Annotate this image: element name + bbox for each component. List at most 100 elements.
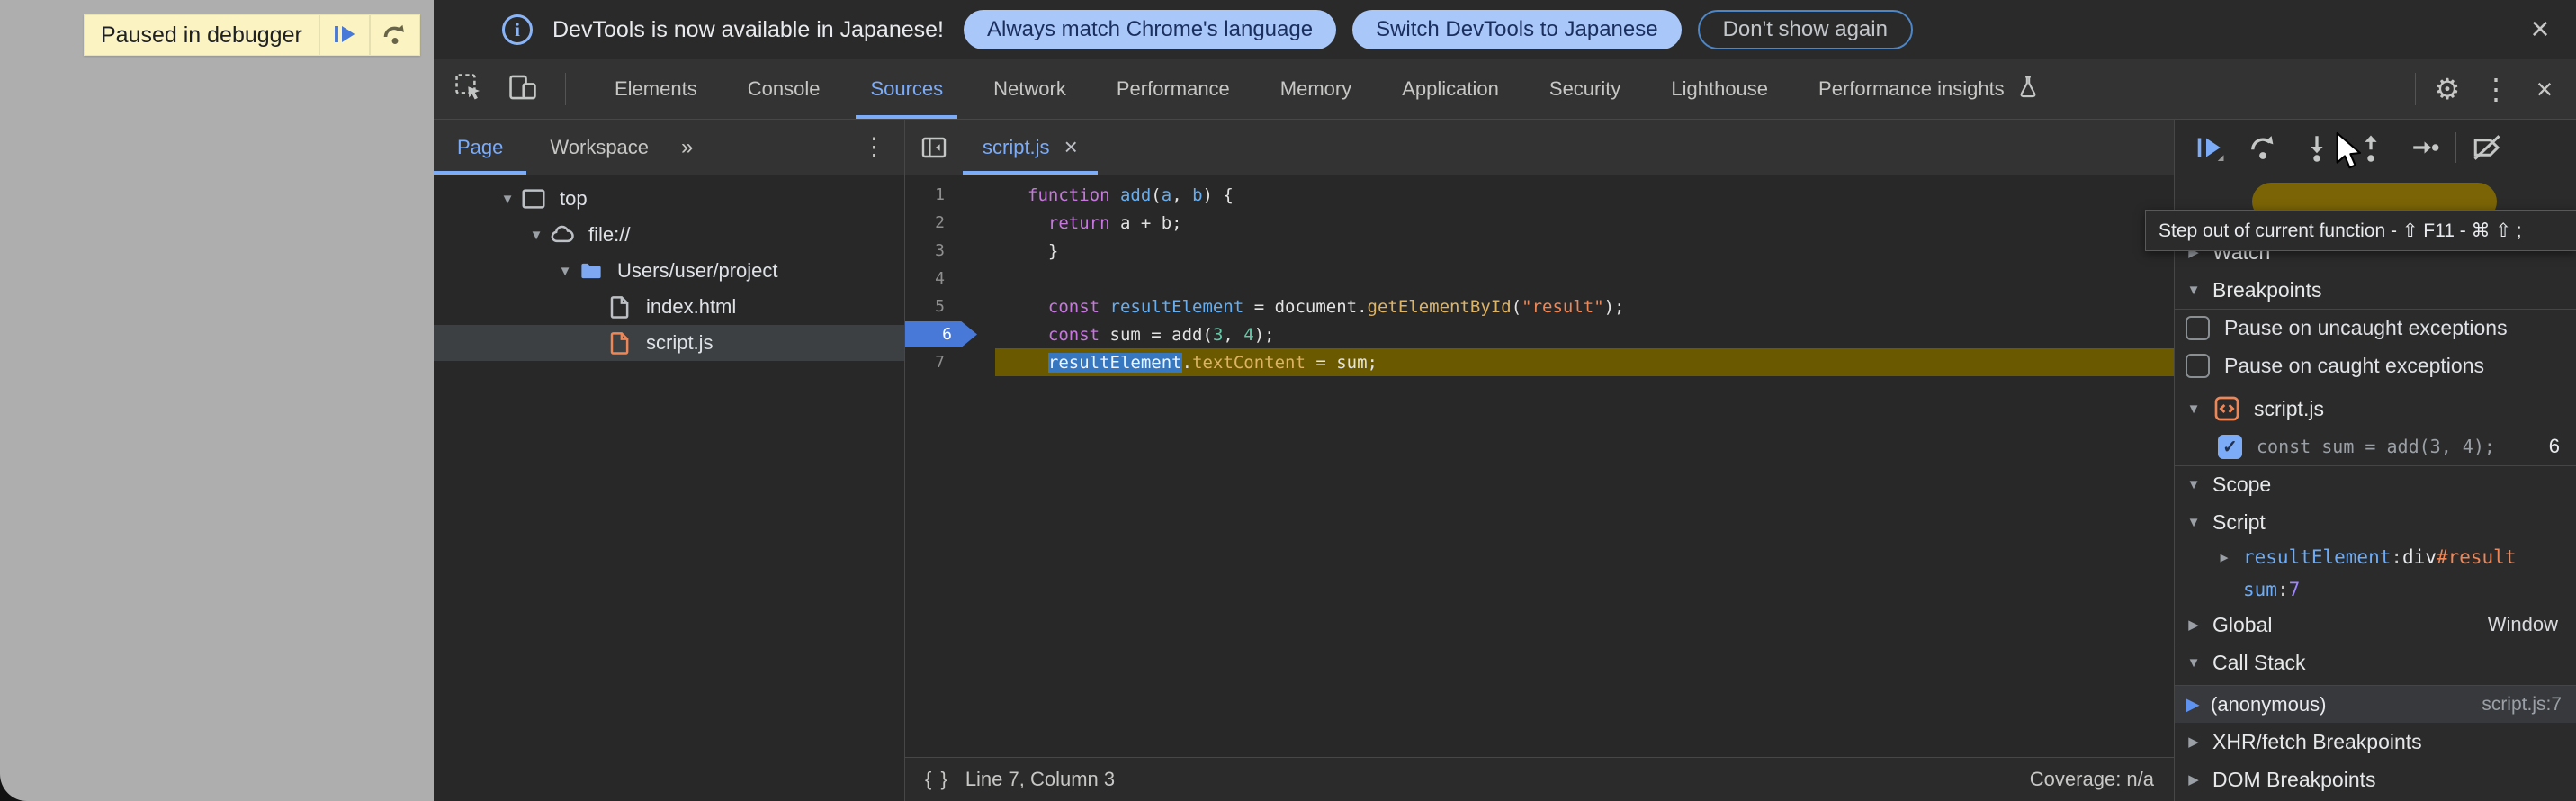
section-call-stack[interactable]: ▼ Call Stack [2175,644,2576,681]
collapse-arrow-icon[interactable]: ▼ [524,228,549,243]
resume-script-icon[interactable] [2182,125,2236,170]
tree-item-top[interactable]: ▼top [434,181,904,217]
banner-resume-button[interactable] [319,15,369,55]
tab-lighthouse[interactable]: Lighthouse [1646,59,1793,119]
code-token: return [1048,213,1110,233]
tab-security[interactable]: Security [1524,59,1646,119]
code-line-content[interactable] [995,265,2174,292]
scope-result-row[interactable]: ▶ resultElement: div#result [2175,541,2576,573]
editor-tab-label: script.js [983,136,1050,159]
scope-script-row[interactable]: ▼ Script [2175,503,2576,541]
breakpoint-entry-row[interactable]: ✓ const sum = add(3, 4); 6 [2175,428,2576,465]
colon: : [2391,546,2402,568]
step-icon[interactable] [2398,125,2452,170]
tab-performance[interactable]: Performance [1091,59,1255,119]
scope-global-row[interactable]: ▶ Global Window [2175,606,2576,644]
tab-sources[interactable]: Sources [845,59,968,119]
banner-step-over-button[interactable] [369,15,419,55]
inspect-icon[interactable] [453,72,484,107]
collapse-arrow-icon[interactable]: ▼ [495,192,520,207]
pause-caught-checkbox[interactable] [2186,354,2210,378]
editor-tab-scriptjs[interactable]: script.js × [963,120,1098,175]
infobar-button[interactable]: Always match Chrome's language [964,10,1336,50]
line-number[interactable]: 2 [905,209,995,237]
scope-script-label: Script [2212,510,2266,535]
section-call-stack-label: Call Stack [2212,651,2306,675]
scope-sum-row[interactable]: sum: 7 [2175,573,2576,606]
code-token: . [1182,353,1192,373]
tab-network[interactable]: Network [968,59,1091,119]
infobar-close-icon[interactable]: × [2520,9,2560,49]
file-js-icon [606,329,633,356]
code-line-content[interactable]: const resultElement = document.getElemen… [995,292,2174,320]
devtools-toolbar: ElementsConsoleSourcesNetworkPerformance… [434,59,2576,120]
infobar-button[interactable]: Don't show again [1698,10,1913,50]
line-number[interactable]: 1 [905,181,995,209]
tree-item-script-js[interactable]: script.js [434,325,904,361]
line-number[interactable]: 3 [905,237,995,265]
pause-uncaught-row[interactable]: Pause on uncaught exceptions [2175,309,2576,346]
code-line-content[interactable]: return a + b; [995,209,2174,237]
settings-gear-icon[interactable]: ⚙ [2427,68,2468,110]
navigator-menu-kebab-icon[interactable]: ⋮ [862,133,904,161]
step-over-icon[interactable] [2236,125,2290,170]
code-token [1028,325,1048,345]
tree-item-label: script.js [646,331,714,355]
more-options-kebab-icon[interactable]: ⋮ [2475,68,2517,110]
expand-arrow-icon: ▶ [2175,771,2212,788]
line-number[interactable]: 5 [905,292,995,320]
tab-label: Security [1549,77,1620,101]
tab-elements[interactable]: Elements [589,59,723,119]
code-token: "result" [1521,297,1604,317]
breakpoint-entry-code: const sum = add(3, 4); [2257,436,2495,457]
toolbar-separator [565,73,566,105]
devtools-close-icon[interactable]: × [2524,68,2565,110]
section-xhr-breakpoints[interactable]: ▶ XHR/fetch Breakpoints [2175,723,2576,760]
pause-uncaught-checkbox[interactable] [2186,316,2210,340]
code-token: , [1171,185,1192,205]
section-breakpoints[interactable]: ▼ Breakpoints [2175,271,2576,309]
code-line-content[interactable]: } [995,237,2174,265]
code-line-content[interactable]: resultElement.textContent = sum; [995,348,2174,376]
more-tabs-icon[interactable]: » [672,135,702,160]
experiment-flask-icon [2015,74,2041,104]
line-number[interactable]: 4 [905,265,995,292]
controls-separator [2455,132,2456,163]
tab-application[interactable]: Application [1377,59,1524,119]
code-token [1028,213,1048,233]
pretty-print-braces-icon[interactable]: { } [925,768,949,791]
call-stack-frame-row[interactable]: ▶ (anonymous) script.js:7 [2175,685,2576,723]
breakpoint-checkbox[interactable]: ✓ [2218,435,2242,459]
tree-item-index-html[interactable]: index.html [434,289,904,325]
tree-item-file-[interactable]: ▼file:// [434,217,904,253]
tab-workspace[interactable]: Workspace [526,120,672,175]
section-xhr-label: XHR/fetch Breakpoints [2212,730,2422,754]
section-dom-label: DOM Breakpoints [2212,768,2376,792]
deactivate-breakpoints-icon[interactable] [2460,125,2514,170]
code-line: 7 resultElement.textContent = sum; [905,348,2174,376]
code-editor[interactable]: 1function add(a, b) {2 return a + b;3 }4… [905,176,2174,757]
section-dom-breakpoints[interactable]: ▶ DOM Breakpoints [2175,760,2576,798]
infobar-button[interactable]: Switch DevTools to Japanese [1352,10,1682,50]
tab-close-icon[interactable]: × [1064,133,1078,161]
line-number[interactable]: 7 [905,348,995,376]
tree-item-users-user-project[interactable]: ▼Users/user/project [434,253,904,289]
code-token: , [1223,325,1243,345]
code-token: a [1162,185,1171,205]
tab-page[interactable]: Page [434,120,526,175]
breakpoint-badge[interactable]: 6 [905,321,977,347]
pause-caught-row[interactable]: Pause on caught exceptions [2175,346,2576,384]
scope-var-name: sum [2243,579,2277,600]
collapse-arrow-icon[interactable]: ▼ [552,264,578,279]
code-line-content[interactable]: function add(a, b) { [995,181,2174,209]
line-number[interactable]: 6 [905,320,995,348]
tab-console[interactable]: Console [723,59,846,119]
code-line-content[interactable]: const sum = add(3, 4); [995,320,2174,348]
breakpoint-group-row[interactable]: ▼ script.js [2175,390,2576,428]
collapse-navigator-icon[interactable] [905,120,963,175]
mouse-cursor [2335,131,2364,179]
tab-performance-insights[interactable]: Performance insights [1793,59,2066,119]
section-scope[interactable]: ▼ Scope [2175,465,2576,503]
device-toolbar-icon[interactable] [507,72,538,107]
tab-memory[interactable]: Memory [1255,59,1377,119]
